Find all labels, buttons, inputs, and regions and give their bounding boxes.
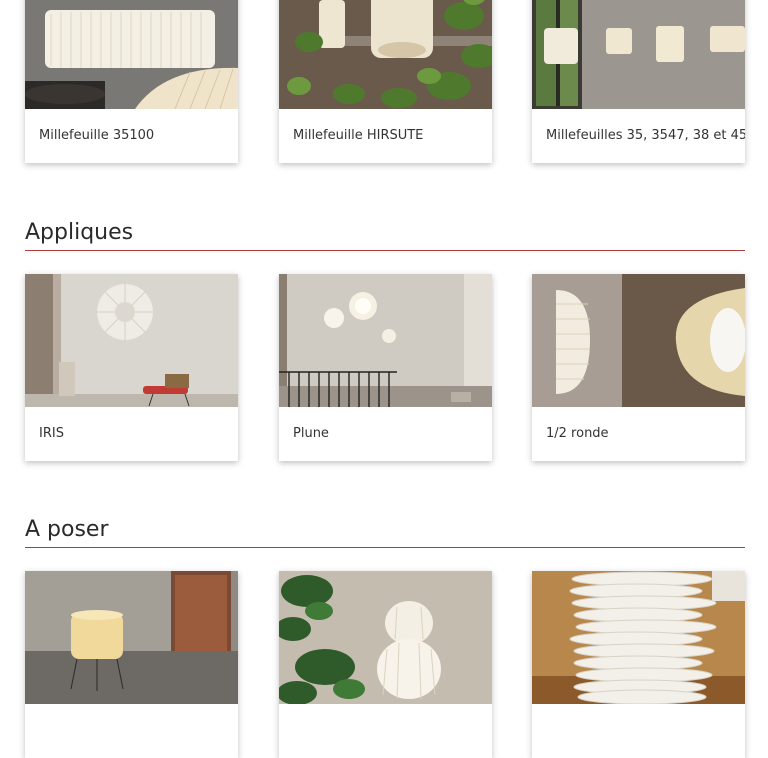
product-caption[interactable] <box>25 704 238 758</box>
product-image[interactable] <box>279 274 492 407</box>
product-image[interactable] <box>25 0 238 109</box>
product-card-plune[interactable]: Plune <box>279 274 492 461</box>
section-title-a-poser: A poser <box>25 515 745 548</box>
product-card-millefeuilles-set[interactable]: Millefeuilles 35, 3547, 38 et 45 <box>532 0 745 163</box>
product-card-a-poser-1[interactable] <box>25 571 238 758</box>
product-caption[interactable]: Plune <box>279 407 492 461</box>
product-caption[interactable]: IRIS <box>25 407 238 461</box>
product-caption[interactable] <box>532 704 745 758</box>
product-image[interactable] <box>532 0 745 109</box>
product-caption[interactable]: Millefeuille HIRSUTE <box>279 109 492 163</box>
product-caption[interactable]: Millefeuilles 35, 3547, 38 et 45 <box>532 109 745 163</box>
product-caption[interactable]: 1/2 ronde <box>532 407 745 461</box>
product-caption[interactable]: Millefeuille 35100 <box>25 109 238 163</box>
product-card-millefeuille-hirsute[interactable]: Millefeuille HIRSUTE <box>279 0 492 163</box>
product-card-a-poser-3[interactable] <box>532 571 745 758</box>
product-card-millefeuille-35100[interactable]: Millefeuille 35100 <box>25 0 238 163</box>
product-card-iris[interactable]: IRIS <box>25 274 238 461</box>
product-image[interactable] <box>25 571 238 704</box>
product-caption[interactable] <box>279 704 492 758</box>
product-image[interactable] <box>279 0 492 109</box>
product-image[interactable] <box>279 571 492 704</box>
product-card-a-poser-2[interactable] <box>279 571 492 758</box>
product-image[interactable] <box>532 571 745 704</box>
product-card-demi-ronde[interactable]: 1/2 ronde <box>532 274 745 461</box>
product-image[interactable] <box>25 274 238 407</box>
section-title-appliques: Appliques <box>25 218 745 251</box>
product-image[interactable] <box>532 274 745 407</box>
